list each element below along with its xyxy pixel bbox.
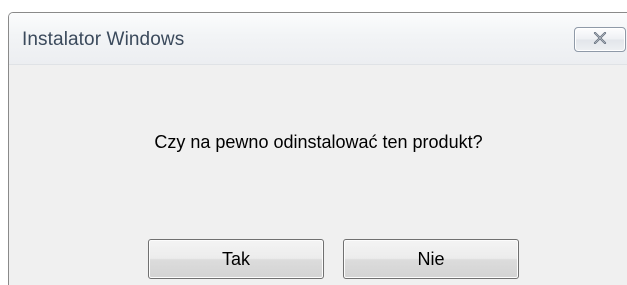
installer-dialog-window: Instalator Windows Czy na pewno odinstal… — [8, 12, 627, 285]
dialog-content: Czy na pewno odinstalować ten produkt? T… — [9, 65, 627, 285]
confirmation-message: Czy na pewno odinstalować ten produkt? — [154, 132, 483, 152]
close-icon — [593, 31, 607, 49]
title-bar[interactable]: Instalator Windows — [9, 13, 627, 65]
no-button[interactable]: Nie — [343, 239, 519, 279]
yes-button[interactable]: Tak — [148, 239, 324, 279]
window-title: Instalator Windows — [22, 29, 185, 50]
close-button[interactable] — [574, 27, 626, 52]
